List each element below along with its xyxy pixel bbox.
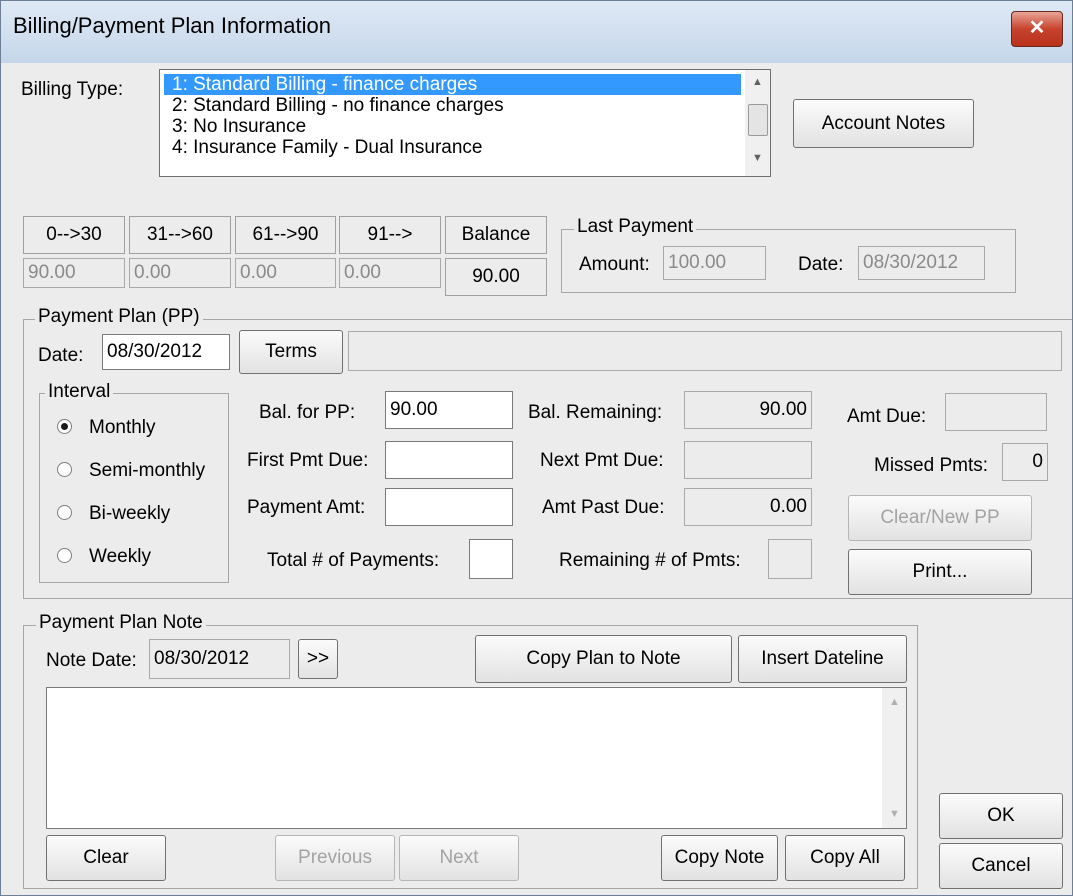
bal-remaining-value: 90.00 (684, 391, 812, 429)
ok-button[interactable]: OK (939, 793, 1063, 839)
window-title: Billing/Payment Plan Information (13, 13, 331, 38)
aging-header-0-30: 0-->30 (23, 216, 125, 254)
billing-type-option[interactable]: 1: Standard Billing - finance charges (164, 74, 741, 95)
close-button[interactable]: ✕ (1011, 11, 1063, 47)
interval-bi-weekly-radio[interactable] (57, 505, 72, 520)
aging-value-0-30: 90.00 (23, 258, 125, 288)
aging-header-31-60: 31-->60 (129, 216, 231, 254)
copy-plan-to-note-button[interactable]: Copy Plan to Note (475, 635, 732, 683)
copy-all-button[interactable]: Copy All (785, 835, 905, 881)
previous-note-button[interactable]: Previous (275, 835, 395, 881)
next-note-button[interactable]: Next (399, 835, 519, 881)
scroll-thumb[interactable] (748, 104, 768, 136)
scroll-up-icon[interactable]: ▲ (752, 76, 763, 88)
aging-header-61-90: 61-->90 (235, 216, 336, 254)
billing-type-label: Billing Type: (21, 79, 124, 100)
amt-past-due-label: Amt Past Due: (542, 497, 665, 518)
aging-header-balance: Balance (445, 216, 547, 254)
aging-value-91-plus: 0.00 (339, 258, 441, 288)
interval-semi-monthly-label[interactable]: Semi-monthly (89, 460, 205, 482)
payment-plan-note-title: Payment Plan Note (36, 612, 206, 634)
advance-note-button[interactable]: >> (298, 639, 338, 679)
last-payment-date-label: Date: (798, 254, 844, 275)
remaining-pmts-value (768, 539, 812, 579)
note-date-label: Note Date: (46, 650, 137, 671)
interval-weekly-label[interactable]: Weekly (89, 546, 151, 568)
account-notes-button[interactable]: Account Notes (793, 99, 974, 148)
note-date-value: 08/30/2012 (149, 639, 290, 679)
billing-type-scrollbar[interactable]: ▲ ▼ (745, 70, 770, 176)
first-pmt-due-label: First Pmt Due: (247, 450, 369, 471)
billing-payment-plan-dialog: Billing/Payment Plan Information ✕ Billi… (0, 0, 1073, 896)
clear-note-button[interactable]: Clear (46, 835, 166, 881)
interval-monthly-label[interactable]: Monthly (89, 417, 156, 439)
terms-text (348, 331, 1062, 371)
first-pmt-due-field[interactable] (385, 441, 513, 479)
amt-due-value (945, 393, 1047, 431)
interval-weekly-radio[interactable] (57, 548, 72, 563)
radio-selected-icon (61, 423, 68, 430)
scroll-down-icon[interactable]: ▼ (752, 152, 763, 164)
aging-value-31-60: 0.00 (129, 258, 231, 288)
aging-header-91-plus: 91--> (339, 216, 441, 254)
amt-past-due-value: 0.00 (684, 488, 812, 526)
bal-for-pp-label: Bal. for PP: (259, 402, 356, 423)
billing-type-list[interactable]: 1: Standard Billing - finance charges 2:… (159, 69, 771, 177)
amt-due-label: Amt Due: (847, 406, 927, 427)
plan-date-field[interactable]: 08/30/2012 (102, 334, 230, 370)
bal-remaining-label: Bal. Remaining: (528, 402, 663, 423)
billing-type-option[interactable]: 4: Insurance Family - Dual Insurance (164, 137, 482, 158)
aging-value-balance: 90.00 (445, 258, 547, 296)
interval-monthly-radio[interactable] (57, 419, 72, 434)
payment-plan-title: Payment Plan (PP) (35, 306, 203, 328)
payment-amt-label: Payment Amt: (247, 497, 366, 518)
payment-amt-field[interactable] (385, 488, 513, 526)
last-payment-date: 08/30/2012 (858, 246, 985, 280)
bal-for-pp-field[interactable]: 90.00 (385, 391, 513, 429)
billing-type-option[interactable]: 2: Standard Billing - no finance charges (164, 95, 504, 116)
interval-title: Interval (45, 381, 114, 403)
last-payment-title: Last Payment (574, 216, 697, 238)
interval-semi-monthly-radio[interactable] (57, 462, 72, 477)
missed-pmts-label: Missed Pmts: (874, 455, 989, 476)
close-icon: ✕ (1028, 17, 1046, 39)
title-bar: Billing/Payment Plan Information ✕ (1, 1, 1072, 63)
note-scrollbar[interactable]: ▲ ▼ (882, 688, 906, 828)
cancel-button[interactable]: Cancel (939, 843, 1063, 889)
copy-note-button[interactable]: Copy Note (661, 835, 778, 881)
clear-new-pp-button[interactable]: Clear/New PP (848, 495, 1032, 541)
note-textarea[interactable]: ▲ ▼ (46, 687, 907, 829)
total-payments-field[interactable] (469, 539, 513, 579)
last-payment-amount-label: Amount: (579, 254, 650, 275)
print-button[interactable]: Print... (848, 549, 1032, 595)
remaining-pmts-label: Remaining # of Pmts: (559, 550, 741, 571)
next-pmt-due-value (684, 441, 812, 479)
next-pmt-due-label: Next Pmt Due: (540, 450, 664, 471)
interval-bi-weekly-label[interactable]: Bi-weekly (89, 503, 170, 525)
total-payments-label: Total # of Payments: (267, 550, 440, 571)
billing-type-option[interactable]: 3: No Insurance (164, 116, 306, 137)
plan-date-label: Date: (38, 345, 84, 366)
insert-dateline-button[interactable]: Insert Dateline (738, 635, 907, 683)
terms-button[interactable]: Terms (239, 330, 343, 374)
scroll-up-icon[interactable]: ▲ (889, 696, 900, 708)
scroll-down-icon[interactable]: ▼ (889, 808, 900, 820)
missed-pmts-value: 0 (1002, 443, 1048, 481)
last-payment-amount: 100.00 (663, 246, 766, 280)
aging-value-61-90: 0.00 (235, 258, 336, 288)
